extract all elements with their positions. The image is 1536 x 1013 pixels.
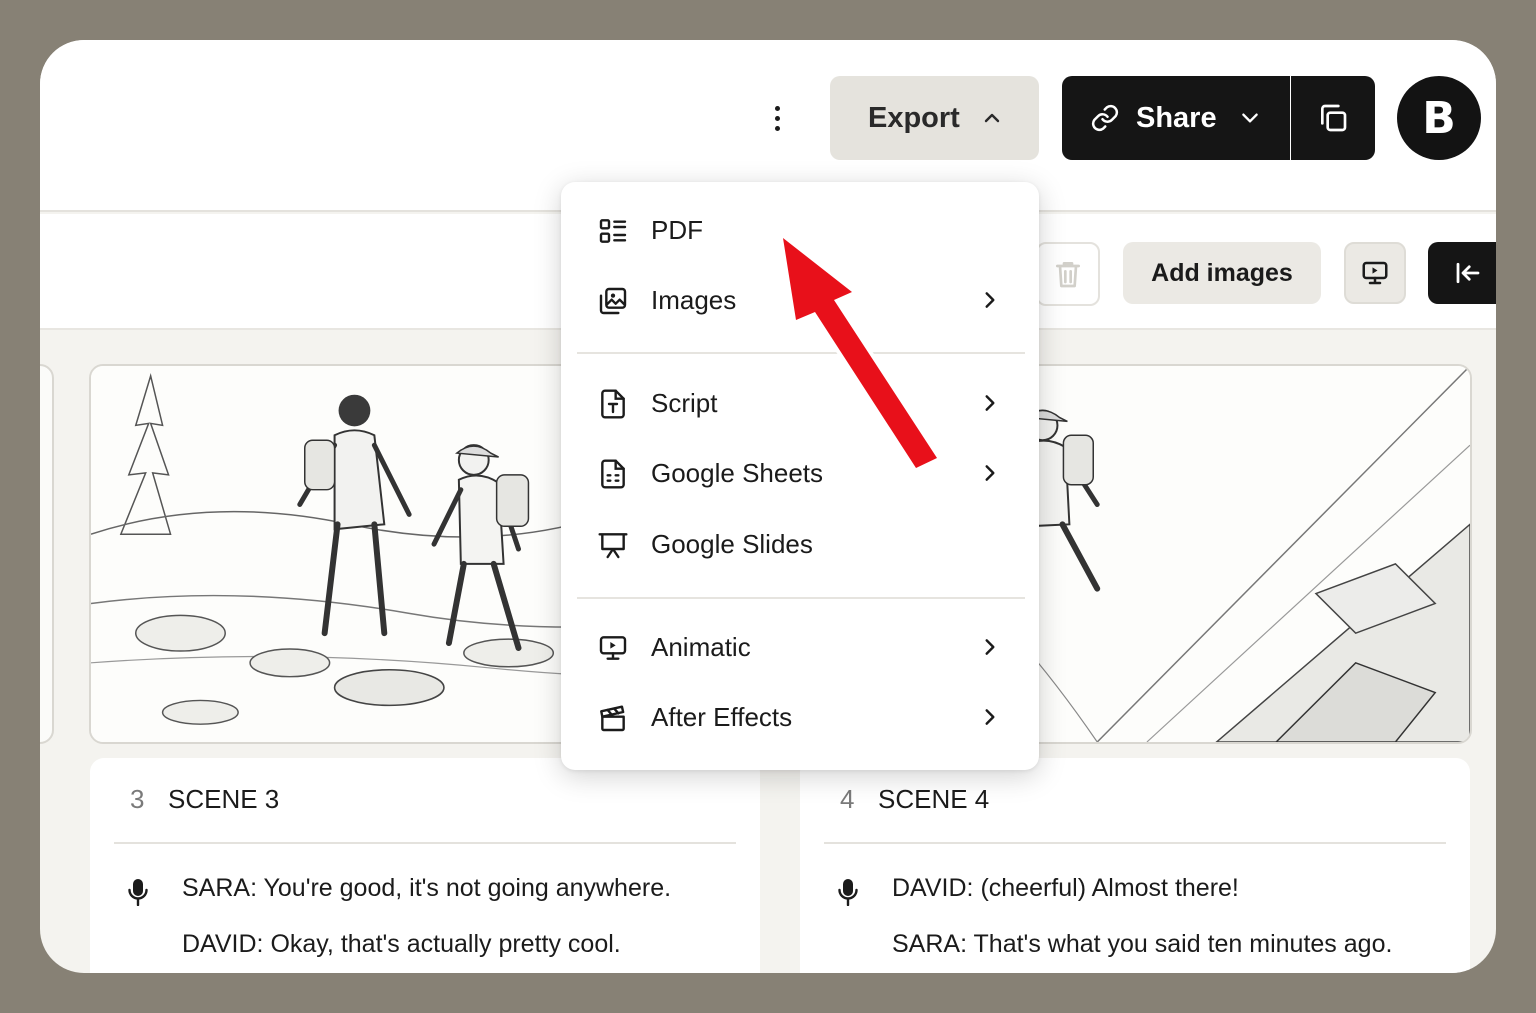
chevron-right-icon — [985, 709, 995, 725]
scene-card[interactable]: 3 SCENE 3 SARA: You're good, it's not go… — [90, 758, 760, 973]
menu-separator — [577, 597, 1025, 599]
menu-item-label: Google Slides — [651, 528, 813, 559]
scene-number: 4 — [840, 784, 855, 814]
menu-item-google-slides[interactable]: Google Slides — [577, 514, 1025, 574]
dialogue-line[interactable]: SARA: That's what you said ten minutes a… — [892, 930, 1392, 959]
share-button[interactable]: Share — [1062, 76, 1290, 160]
clapperboard-icon — [600, 705, 625, 732]
menu-item-label: PDF — [651, 214, 703, 245]
menu-item-label: Script — [651, 387, 718, 418]
export-button[interactable]: Export — [830, 76, 1039, 160]
chevron-right-icon — [985, 395, 995, 411]
scene-title[interactable]: SCENE 4 — [878, 784, 989, 815]
images-icon — [599, 287, 627, 315]
scene-header: 3 SCENE 3 — [114, 784, 736, 844]
menu-item-pdf[interactable]: PDF — [577, 200, 1025, 260]
user-avatar[interactable]: B — [1397, 76, 1481, 160]
arrow-left-to-line-icon — [1456, 262, 1480, 284]
file-text-icon — [601, 389, 625, 419]
collapse-panel-button[interactable] — [1428, 242, 1496, 304]
menu-item-script[interactable]: Script — [577, 373, 1025, 433]
export-button-label: Export — [868, 101, 960, 134]
microphone-icon — [838, 879, 858, 906]
menu-item-images[interactable]: Images — [577, 270, 1025, 330]
layout-list-icon — [599, 219, 627, 243]
scene-title[interactable]: SCENE 3 — [168, 784, 279, 815]
delete-button[interactable] — [1036, 242, 1100, 306]
microphone-icon — [128, 879, 148, 906]
export-menu: PDF Images Script Google Sheets Google S… — [561, 182, 1039, 770]
chevron-up-icon — [984, 113, 1000, 123]
monitor-play-icon — [599, 636, 627, 660]
copy-link-button[interactable] — [1291, 76, 1375, 160]
copy-icon — [1321, 104, 1347, 132]
menu-separator — [577, 352, 1025, 354]
dialogue-line[interactable]: DAVID: (cheerful) Almost there! — [892, 874, 1239, 903]
previous-frame-edge — [40, 364, 54, 744]
chevron-right-icon — [985, 639, 995, 655]
chevron-right-icon — [985, 292, 995, 308]
menu-item-label: Google Sheets — [651, 457, 824, 488]
dialogue-line[interactable]: DAVID: Okay, that's actually pretty cool… — [182, 930, 621, 959]
more-options-icon[interactable] — [762, 102, 792, 134]
file-spreadsheet-icon — [601, 459, 625, 489]
monitor-play-icon — [1362, 261, 1388, 285]
share-button-label: Share — [1136, 101, 1217, 134]
menu-item-after-effects[interactable]: After Effects — [577, 687, 1025, 747]
chevron-right-icon — [985, 465, 995, 481]
menu-item-label: Animatic — [651, 631, 751, 662]
scene-card[interactable]: 4 SCENE 4 DAVID: (cheerful) Almost there… — [800, 758, 1470, 973]
menu-item-google-sheets[interactable]: Google Sheets — [577, 443, 1025, 503]
add-images-button[interactable]: Add images — [1123, 242, 1321, 304]
scene-header: 4 SCENE 4 — [824, 784, 1446, 844]
scene-number: 3 — [130, 784, 145, 814]
trash-icon — [1056, 262, 1080, 288]
present-button[interactable] — [1344, 242, 1406, 304]
presentation-icon — [598, 533, 628, 559]
menu-item-animatic[interactable]: Animatic — [577, 617, 1025, 677]
link-icon — [1091, 104, 1119, 132]
menu-item-label: Images — [651, 284, 737, 315]
chevron-down-icon — [1241, 113, 1258, 123]
menu-item-label: After Effects — [651, 701, 793, 732]
dialogue-line[interactable]: SARA: You're good, it's not going anywhe… — [182, 874, 671, 903]
app-window: Export Share B Add images 3 SCENE 3 SARA… — [40, 40, 1496, 973]
